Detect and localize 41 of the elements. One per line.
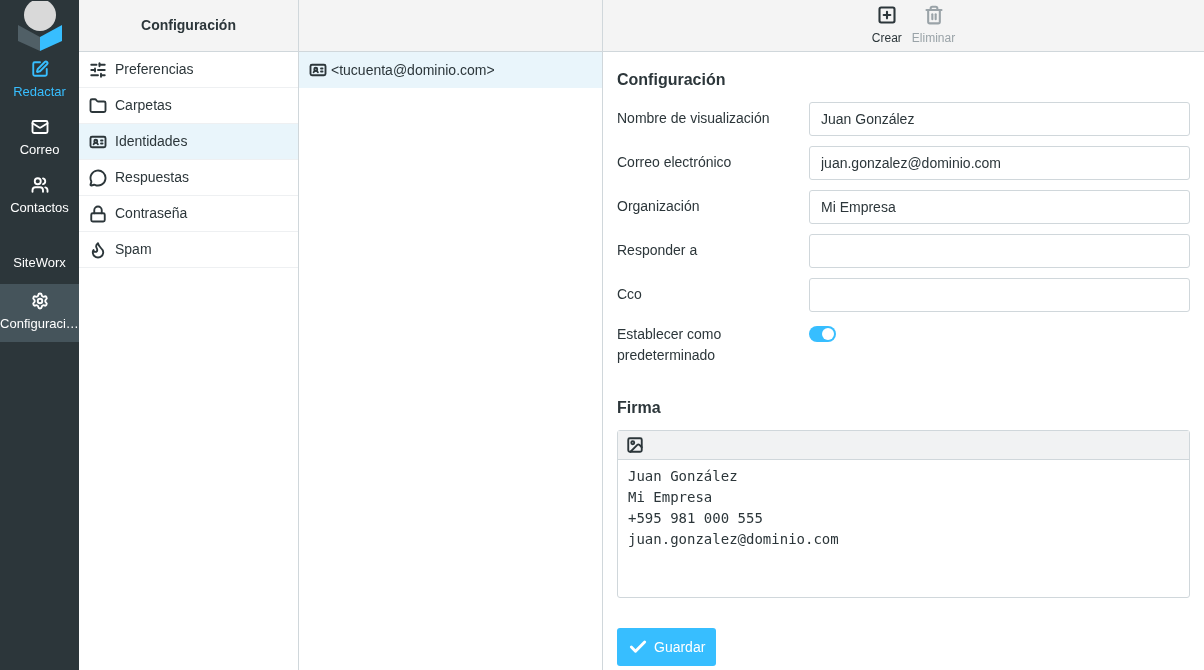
nav-item[interactable]: Contactos — [0, 168, 79, 226]
settings-item[interactable]: Identidades — [79, 124, 298, 160]
flame-icon — [89, 240, 107, 259]
toggle-switch[interactable] — [809, 326, 836, 342]
gear-icon — [30, 292, 49, 311]
nav-item[interactable]: Redactar — [0, 52, 79, 110]
signature-line: Juan González — [628, 467, 739, 486]
sliders-icon — [89, 60, 107, 79]
field-label: Establecer como predeterminado — [617, 325, 723, 365]
field-label: Nombre de visualización — [617, 109, 771, 128]
plus-icon — [876, 4, 897, 25]
text-field[interactable] — [809, 278, 1190, 312]
toolbar-button[interactable]: Crear — [871, 4, 902, 47]
field-label: Cco — [617, 285, 643, 304]
field-label: Organización — [617, 197, 701, 216]
pencil-square-icon — [30, 60, 49, 79]
signature-line: +595 981 000 555 — [628, 509, 764, 528]
field-label: Correo electrónico — [617, 153, 733, 172]
text-field[interactable]: juan.gonzalez@dominio.com — [809, 146, 1190, 180]
signature-editor[interactable]: Juan González Mi Empresa +595 981 000 555 juan.gonzalez@dominio.com — [617, 430, 1190, 598]
id-card-icon — [309, 61, 327, 79]
folder-icon — [89, 96, 107, 115]
nav-item[interactable]: Configuraci… — [0, 284, 79, 342]
field-label: Responder a — [617, 241, 699, 260]
text-field[interactable]: Juan González — [809, 102, 1190, 136]
identity-item[interactable]: <tucuenta@dominio.com> — [299, 52, 602, 88]
speech-bubble-icon — [89, 168, 107, 187]
people-icon — [30, 176, 49, 195]
nav-item[interactable]: SiteWorx — [0, 226, 79, 284]
section-title: Configuración — [617, 70, 727, 90]
text-field[interactable]: Mi Empresa — [809, 190, 1190, 224]
nav-item[interactable]: Correo — [0, 110, 79, 168]
trash-icon — [923, 4, 944, 25]
signature-line: Mi Empresa — [628, 488, 714, 507]
image-icon[interactable] — [626, 436, 644, 454]
signature-line: juan.gonzalez@dominio.com — [628, 530, 840, 549]
panel-title: Configuración — [141, 16, 236, 35]
section-title: Firma — [617, 398, 662, 418]
envelope-icon — [30, 118, 49, 137]
lock-icon — [89, 204, 107, 223]
text-field[interactable] — [809, 234, 1190, 268]
